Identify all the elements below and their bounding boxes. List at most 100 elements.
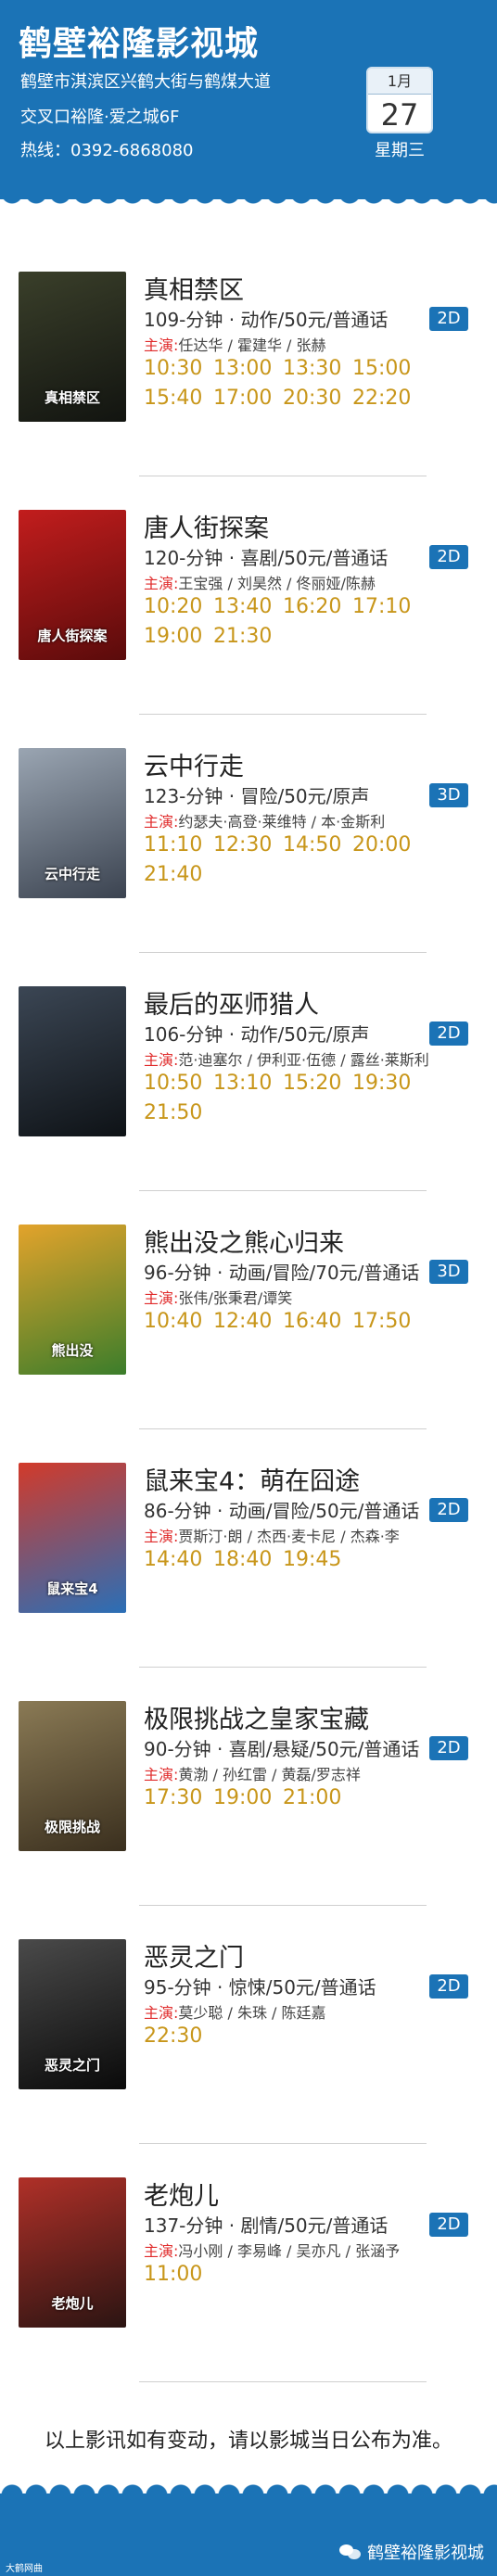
- poster-title: 唐人街探案: [37, 628, 108, 644]
- movie-item[interactable]: 唐人街探案 唐人街探案 120-分钟 · 喜剧/50元/普通话 2D 主演:王宝强 / …: [0, 502, 497, 738]
- showtime[interactable]: 16:40: [283, 1310, 341, 1333]
- movie-item[interactable]: 恶灵之门 恶灵之门 95-分钟 · 惊悚/50元/普通话 2D 主演:莫少聪 / 朱珠 …: [0, 1932, 497, 2167]
- hotline: 热线：0392-6868080: [20, 141, 194, 160]
- cast-names: 约瑟夫·高登·莱维特 / 本·金斯利: [178, 813, 386, 831]
- showtime[interactable]: 16:20: [283, 595, 341, 618]
- cinema-name: 鹤壁裕隆影视城: [19, 25, 260, 63]
- cast-names: 范·迪塞尔 / 伊利亚·伍德 / 露丝·莱斯利: [178, 1051, 429, 1069]
- showtime[interactable]: 22:20: [352, 387, 411, 410]
- cast-row: 主演:莫少聪 / 朱珠 / 陈廷嘉: [144, 2000, 479, 2023]
- showtime[interactable]: 20:00: [352, 833, 411, 857]
- movie-item[interactable]: 鼠来宝4 鼠来宝4：萌在囧途 86-分钟 · 动画/冒险/50元/普通话 2D 主演:贾…: [0, 1455, 497, 1691]
- divider: [139, 1667, 427, 1668]
- showtime[interactable]: 13:00: [213, 357, 272, 380]
- movie-item[interactable]: 老炮儿 老炮儿 137-分钟 · 剧情/50元/普通话 2D 主演:冯小刚 / 李易峰 …: [0, 2170, 497, 2405]
- movie-poster[interactable]: 鼠来宝4: [19, 1463, 126, 1613]
- showtime[interactable]: 10:50: [144, 1072, 202, 1095]
- movie-item[interactable]: 极限挑战 极限挑战之皇家宝藏 90-分钟 · 喜剧/悬疑/50元/普通话 2D 主演:黄…: [0, 1694, 497, 1929]
- movie-item[interactable]: 真相禁区 真相禁区 109-分钟 · 动作/50元/普通话 2D 主演:任达华 / 霍建…: [0, 264, 497, 500]
- cast-label: 主演:: [144, 1051, 179, 1069]
- cast-row: 主演:张伟/张秉君/谭笑: [144, 1286, 479, 1308]
- showtime[interactable]: 14:50: [283, 833, 341, 857]
- cast-row: 主演:黄渤 / 孙红雷 / 黄磊/罗志祥: [144, 1762, 479, 1784]
- showtime[interactable]: 11:00: [144, 2263, 202, 2286]
- showtime[interactable]: 19:00: [213, 1786, 272, 1809]
- divider: [139, 714, 427, 715]
- cast-names: 莫少聪 / 朱珠 / 陈廷嘉: [178, 2004, 326, 2022]
- showtime[interactable]: 21:50: [144, 1101, 202, 1124]
- header-band: 鹤壁裕隆影视城 鹤壁市淇滨区兴鹤大街与鹤煤大道 交叉口裕隆·爱之城6F 热线：0…: [0, 0, 497, 199]
- movie-item[interactable]: 云中行走 云中行走 123-分钟 · 冒险/50元/原声 3D 主演:约瑟夫·高登·莱维…: [0, 741, 497, 976]
- cast-names: 王宝强 / 刘昊然 / 佟丽娅/陈赫: [178, 575, 376, 592]
- showtime[interactable]: 10:40: [144, 1310, 202, 1333]
- movie-poster[interactable]: 熊出没: [19, 1225, 126, 1375]
- cast-row: 主演:范·迪塞尔 / 伊利亚·伍德 / 露丝·莱斯利: [144, 1047, 479, 1070]
- showtime[interactable]: 21:40: [144, 863, 202, 886]
- showtime[interactable]: 13:40: [213, 595, 272, 618]
- showtime[interactable]: 15:40: [144, 387, 202, 410]
- schedule-notice: 以上影讯如有变动，请以影城当日公布为准。: [44, 2430, 452, 2453]
- address-line-2: 交叉口裕隆·爱之城6F: [20, 108, 180, 127]
- showtime[interactable]: 21:30: [213, 625, 272, 648]
- showtime[interactable]: 19:45: [283, 1548, 341, 1571]
- format-badge: 3D: [429, 783, 468, 807]
- movie-info: 109-分钟 · 动作/50元/普通话: [144, 309, 389, 331]
- cast-label: 主演:: [144, 1766, 179, 1783]
- wechat-icon: [339, 2543, 362, 2561]
- showtime[interactable]: 15:00: [352, 357, 411, 380]
- showtime[interactable]: 19:30: [352, 1072, 411, 1095]
- format-badge: 2D: [429, 1736, 468, 1760]
- showtime[interactable]: 11:10: [144, 833, 202, 857]
- account-name: 鹤壁裕隆影视城: [367, 2544, 484, 2563]
- showtime[interactable]: 13:30: [283, 357, 341, 380]
- weekday: 星期三: [375, 141, 425, 160]
- showtime[interactable]: 17:50: [352, 1310, 411, 1333]
- showtime[interactable]: 10:30: [144, 357, 202, 380]
- showtime[interactable]: 20:30: [283, 387, 341, 410]
- showtime[interactable]: 12:40: [213, 1310, 272, 1333]
- movie-info: 90-分钟 · 喜剧/悬疑/50元/普通话: [144, 1738, 420, 1760]
- movie-poster[interactable]: 唐人街探案: [19, 510, 126, 660]
- movie-title: 熊出没之熊心归来: [144, 1229, 344, 1258]
- movie-title: 鼠来宝4：萌在囧途: [144, 1467, 361, 1496]
- showtime[interactable]: 22:30: [144, 2024, 202, 2048]
- address-line-1: 鹤壁市淇滨区兴鹤大街与鹤煤大道: [20, 72, 271, 92]
- movie-item[interactable]: 最后的巫师猎人 106-分钟 · 动作/50元/原声 2D 主演:范·迪塞尔 / 伊利…: [0, 979, 497, 1214]
- divider: [139, 952, 427, 953]
- showtime[interactable]: 21:00: [283, 1786, 341, 1809]
- footer-scallop-edge: [0, 2475, 497, 2495]
- cast-label: 主演:: [144, 2242, 179, 2260]
- movie-poster[interactable]: 老炮儿: [19, 2177, 126, 2328]
- showtime[interactable]: 17:30: [144, 1786, 202, 1809]
- movie-poster[interactable]: [19, 986, 126, 1136]
- showtime[interactable]: 13:10: [213, 1072, 272, 1095]
- divider: [139, 2381, 427, 2382]
- showtime[interactable]: 18:40: [213, 1548, 272, 1571]
- showtime[interactable]: 19:00: [144, 625, 202, 648]
- showtime[interactable]: 17:00: [213, 387, 272, 410]
- cast-row: 主演:王宝强 / 刘昊然 / 佟丽娅/陈赫: [144, 571, 479, 593]
- cast-row: 主演:任达华 / 霍建华 / 张赫: [144, 333, 479, 355]
- cast-names: 张伟/张秉君/谭笑: [178, 1289, 293, 1307]
- movie-poster[interactable]: 恶灵之门: [19, 1939, 126, 2089]
- showtime[interactable]: 10:20: [144, 595, 202, 618]
- showtime[interactable]: 12:30: [213, 833, 272, 857]
- movie-poster[interactable]: 云中行走: [19, 748, 126, 898]
- showtime[interactable]: 14:40: [144, 1548, 202, 1571]
- movie-item[interactable]: 熊出没 熊出没之熊心归来 96-分钟 · 动画/冒险/70元/普通话 3D 主演:张伟/…: [0, 1217, 497, 1453]
- showtime[interactable]: 17:10: [352, 595, 411, 618]
- account-signature: 鹤壁裕隆影视城: [339, 2540, 484, 2564]
- movie-poster[interactable]: 真相禁区: [19, 272, 126, 422]
- movie-title: 老炮儿: [144, 2182, 219, 2211]
- movie-info: 137-分钟 · 剧情/50元/普通话: [144, 2214, 389, 2237]
- movie-info: 123-分钟 · 冒险/50元/原声: [144, 785, 370, 807]
- movie-info: 86-分钟 · 动画/冒险/50元/普通话: [144, 1500, 420, 1522]
- showtime[interactable]: 15:20: [283, 1072, 341, 1095]
- cast-names: 黄渤 / 孙红雷 / 黄磊/罗志祥: [178, 1766, 361, 1783]
- cast-label: 主演:: [144, 575, 179, 592]
- cast-row: 主演:约瑟夫·高登·莱维特 / 本·金斯利: [144, 809, 479, 831]
- movie-poster[interactable]: 极限挑战: [19, 1701, 126, 1851]
- cast-names: 冯小刚 / 李易峰 / 吴亦凡 / 张涵予: [178, 2242, 401, 2260]
- movie-info: 95-分钟 · 惊悚/50元/普通话: [144, 1976, 376, 1999]
- movie-title: 极限挑战之皇家宝藏: [144, 1706, 369, 1734]
